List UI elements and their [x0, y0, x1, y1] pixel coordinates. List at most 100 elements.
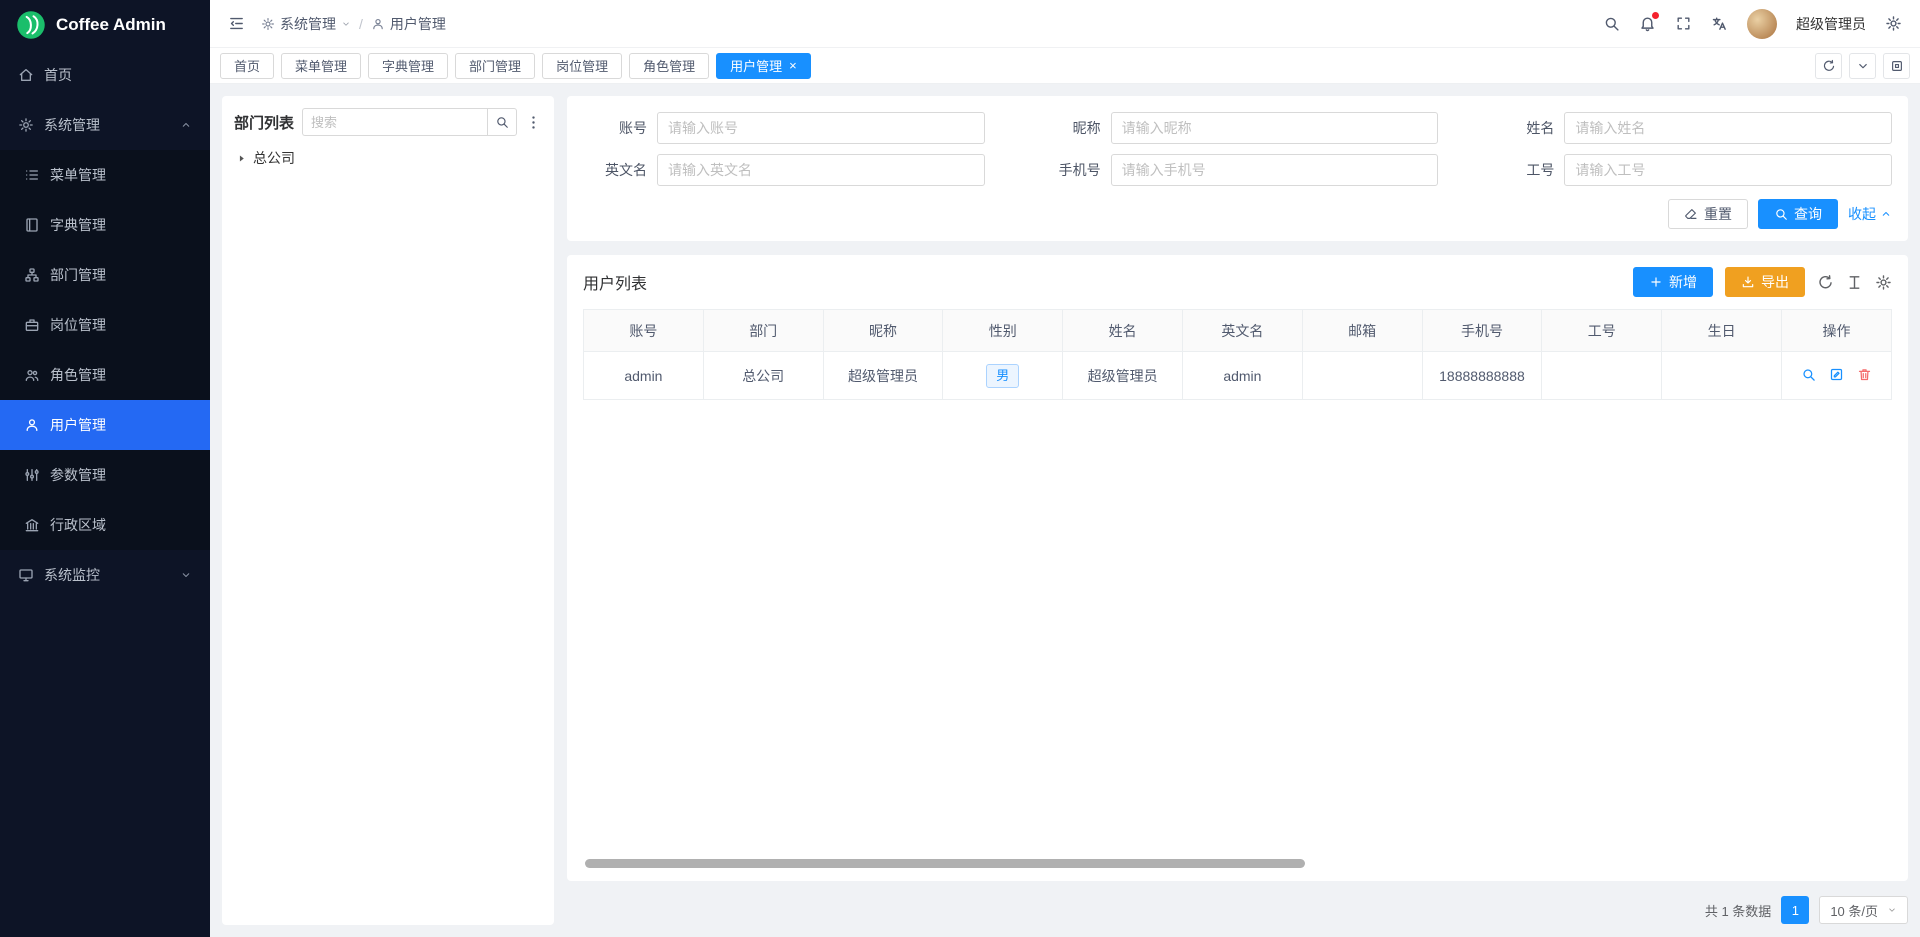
sidebar-item-role-management[interactable]: 角色管理 [0, 350, 210, 400]
row-height-icon[interactable] [1846, 274, 1863, 291]
avatar[interactable] [1747, 9, 1777, 39]
tab-label: 首页 [234, 56, 260, 75]
sidebar-item-label: 岗位管理 [50, 315, 106, 335]
add-button[interactable]: 新增 [1633, 267, 1713, 297]
sidebar-item-param-management[interactable]: 参数管理 [0, 450, 210, 500]
close-icon[interactable]: × [789, 59, 797, 72]
sidebar-item-menu-management[interactable]: 菜单管理 [0, 150, 210, 200]
cell-en-name: admin [1182, 352, 1302, 400]
table-header-row: 账号 部门 昵称 性别 姓名 英文名 邮箱 手机号 工号 生日 操作 [584, 310, 1892, 352]
refresh-icon [1822, 59, 1836, 73]
phone-input[interactable] [1111, 154, 1439, 186]
more-options-icon[interactable] [525, 114, 542, 131]
english-name-input[interactable] [657, 154, 985, 186]
tab-post-management[interactable]: 岗位管理 [542, 53, 622, 79]
user-list-card: 用户列表 新增 导出 [567, 255, 1908, 881]
sidebar-group-system[interactable]: 系统管理 [0, 100, 210, 150]
fullscreen-icon[interactable] [1675, 15, 1692, 32]
sidebar-collapse-icon[interactable] [228, 15, 245, 32]
content-maximize-button[interactable] [1883, 53, 1910, 79]
search-icon [1774, 207, 1788, 221]
page-size-select[interactable]: 10 条/页 [1819, 896, 1908, 924]
page-button[interactable]: 1 [1781, 896, 1809, 924]
column-header-actions: 操作 [1782, 310, 1892, 352]
edit-icon[interactable] [1829, 367, 1844, 382]
tab-menu-management[interactable]: 菜单管理 [281, 53, 361, 79]
notification-button[interactable] [1639, 15, 1656, 32]
form-field-nickname: 昵称 [1037, 112, 1439, 144]
breadcrumb-label: 系统管理 [280, 14, 336, 34]
caret-right-icon[interactable] [236, 153, 247, 164]
cell-name: 超级管理员 [1063, 352, 1183, 400]
table-title: 用户列表 [583, 270, 647, 294]
horizontal-scrollbar-thumb[interactable] [585, 859, 1305, 868]
field-label: 昵称 [1037, 118, 1101, 138]
form-field-name: 姓名 [1490, 112, 1892, 144]
sidebar-group-label: 系统监控 [44, 565, 100, 585]
filter-actions: 重置 查询 收起 [583, 199, 1892, 229]
sidebar-group-monitor[interactable]: 系统监控 [0, 550, 210, 600]
settings-gear-icon[interactable] [1885, 15, 1902, 32]
sidebar-item-home[interactable]: 首页 [0, 50, 210, 100]
dept-search-group [302, 108, 517, 136]
collapse-filter-link[interactable]: 收起 [1848, 204, 1892, 224]
chevron-down-icon [180, 569, 192, 581]
search-icon[interactable] [1603, 15, 1620, 32]
maximize-icon [1890, 59, 1904, 73]
export-button[interactable]: 导出 [1725, 267, 1805, 297]
tree-node-label: 总公司 [253, 148, 295, 168]
refresh-tab-button[interactable] [1815, 53, 1842, 79]
cell-account: admin [584, 352, 704, 400]
gear-icon [261, 17, 275, 31]
team-icon [24, 367, 40, 383]
breadcrumb-separator: / [359, 16, 363, 32]
main-area: 系统管理 / 用户管理 超级管理员 [210, 0, 1920, 937]
work-no-input[interactable] [1564, 154, 1892, 186]
translate-icon[interactable] [1711, 15, 1728, 32]
tab-user-management[interactable]: 用户管理 × [716, 53, 811, 79]
app-root: Coffee Admin 首页 系统管理 菜单管理 字典管理 [0, 0, 1920, 937]
add-button-label: 新增 [1669, 272, 1697, 292]
bank-icon [24, 517, 40, 533]
coffee-logo-icon [16, 10, 46, 40]
refresh-icon[interactable] [1817, 274, 1834, 291]
account-input[interactable] [657, 112, 985, 144]
cell-birthday [1662, 352, 1782, 400]
column-header: 生日 [1662, 310, 1782, 352]
tab-home[interactable]: 首页 [220, 53, 274, 79]
breadcrumb-item-user[interactable]: 用户管理 [371, 14, 446, 34]
sidebar-item-dept-management[interactable]: 部门管理 [0, 250, 210, 300]
sidebar-item-region-management[interactable]: 行政区域 [0, 500, 210, 550]
monitor-icon [18, 567, 34, 583]
tab-options-button[interactable] [1849, 53, 1876, 79]
tree-node-company[interactable]: 总公司 [234, 148, 542, 168]
tabs-bar: 首页 菜单管理 字典管理 部门管理 岗位管理 角色管理 用户管理 × [210, 48, 1920, 84]
column-settings-icon[interactable] [1875, 274, 1892, 291]
tab-dept-management[interactable]: 部门管理 [455, 53, 535, 79]
query-button[interactable]: 查询 [1758, 199, 1838, 229]
sidebar-item-user-management[interactable]: 用户管理 [0, 400, 210, 450]
current-user-name[interactable]: 超级管理员 [1796, 14, 1866, 34]
download-icon [1741, 275, 1755, 289]
field-label: 手机号 [1037, 160, 1101, 180]
sidebar-item-post-management[interactable]: 岗位管理 [0, 300, 210, 350]
collapse-label: 收起 [1848, 204, 1876, 224]
nickname-input[interactable] [1111, 112, 1439, 144]
user-list-header: 用户列表 新增 导出 [583, 267, 1892, 297]
reset-button[interactable]: 重置 [1668, 199, 1748, 229]
name-input[interactable] [1564, 112, 1892, 144]
breadcrumb-item-system[interactable]: 系统管理 [261, 14, 351, 34]
tab-dict-management[interactable]: 字典管理 [368, 53, 448, 79]
delete-icon[interactable] [1857, 367, 1872, 382]
briefcase-icon [24, 317, 40, 333]
sidebar-item-dict-management[interactable]: 字典管理 [0, 200, 210, 250]
view-icon[interactable] [1801, 367, 1816, 382]
org-icon [24, 267, 40, 283]
table-toolbar: 新增 导出 [1633, 267, 1892, 297]
tab-role-management[interactable]: 角色管理 [629, 53, 709, 79]
dept-search-input[interactable] [302, 108, 487, 136]
dept-search-button[interactable] [487, 108, 517, 136]
sidebar-item-label: 菜单管理 [50, 165, 106, 185]
app-logo[interactable]: Coffee Admin [0, 0, 210, 50]
sidebar-item-label: 字典管理 [50, 215, 106, 235]
